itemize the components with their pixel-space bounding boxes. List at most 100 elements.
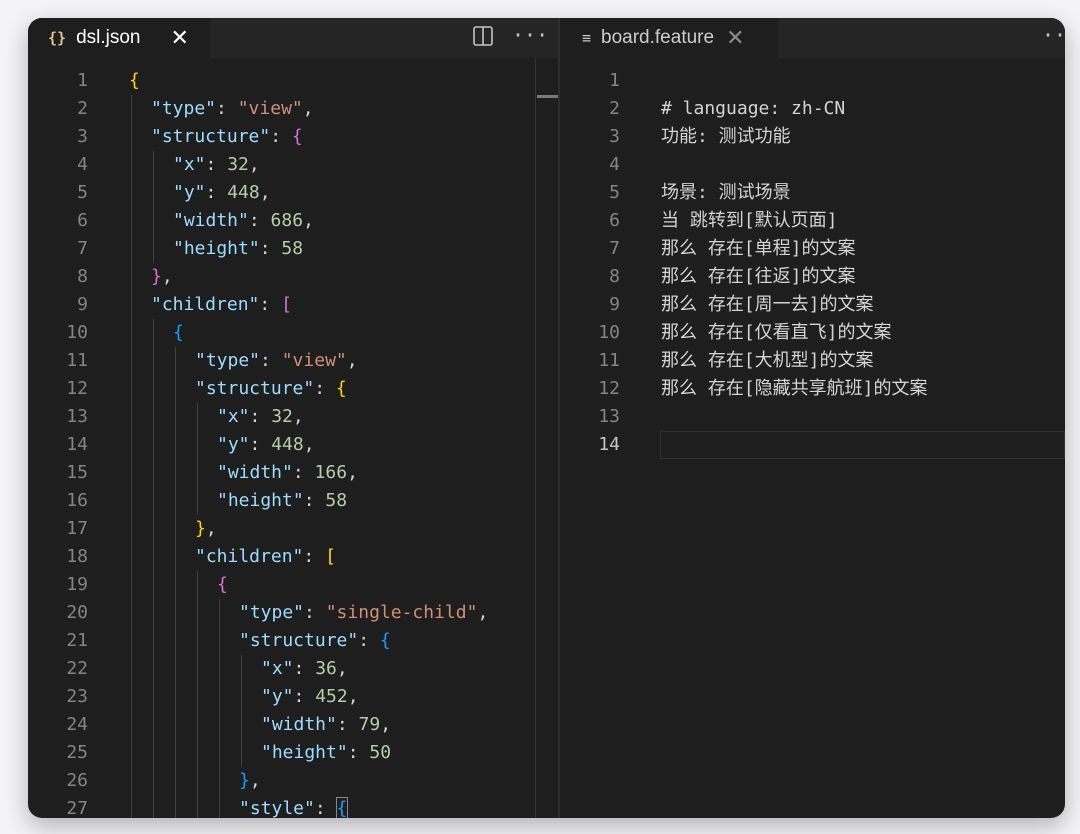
feature-line[interactable]: 13 <box>560 403 1065 431</box>
code-line[interactable]: 8}, <box>28 263 558 291</box>
json-editor-pane: {} dsl.json ✕ ··· 1{ 2 "type": "view", 3 "st… <box>28 18 558 818</box>
line-number: 26 <box>66 770 88 791</box>
tab-board-feature[interactable]: ≡ board.feature ✕ <box>560 18 778 58</box>
code-line[interactable]: 25 "height": 50 <box>28 739 558 767</box>
feature-line[interactable]: 2 # language: zh-CN <box>560 95 1065 123</box>
code-token: { <box>335 797 349 818</box>
indent-guide <box>175 487 176 515</box>
code-line[interactable]: 23 "y": 452, <box>28 683 558 711</box>
close-icon[interactable]: ✕ <box>170 25 188 51</box>
feature-text: # language: zh-CN <box>661 98 846 119</box>
line-number: 2 <box>77 98 88 119</box>
indent-guide <box>153 515 154 543</box>
code-line[interactable]: 4 "x": 32, <box>28 151 558 179</box>
code-token: "type" <box>195 350 261 371</box>
feature-line[interactable]: 14 <box>560 431 1065 459</box>
code-line[interactable]: 19 { <box>28 571 558 599</box>
feature-line[interactable]: 6 当 跳转到[默认页面] <box>560 207 1065 235</box>
code-token: "style" <box>239 798 315 818</box>
feature-line[interactable]: 5 场景: 测试场景 <box>560 179 1065 207</box>
indent-guide <box>175 739 176 767</box>
code-line[interactable]: 10 { <box>28 319 558 347</box>
split-editor-icon[interactable] <box>472 25 494 52</box>
close-icon[interactable]: ✕ <box>726 25 744 51</box>
code-token: : <box>293 686 316 707</box>
code-line[interactable]: 2 "type": "view", <box>28 95 558 123</box>
code-line[interactable]: 24 "width": 79, <box>28 711 558 739</box>
code-line[interactable]: 27 "style": { <box>28 795 558 818</box>
code-line[interactable]: 9 "children": [ <box>28 291 558 319</box>
indent-guide <box>131 375 132 403</box>
more-actions-icon[interactable]: ··· <box>512 23 548 47</box>
indent-guide <box>241 711 242 739</box>
feature-line[interactable]: 9 那么 存在[周一去]的文案 <box>560 291 1065 319</box>
code-text: "y": 448, <box>173 179 271 207</box>
indent-guide <box>153 683 154 711</box>
code-token: : <box>358 630 380 651</box>
feature-text: 场景: 测试场景 <box>661 182 791 203</box>
code-line[interactable]: 7 "height": 58 <box>28 235 558 263</box>
code-line[interactable]: 14 "y": 448, <box>28 431 558 459</box>
code-line[interactable]: 18 "children": [ <box>28 543 558 571</box>
editor-window: {} dsl.json ✕ ··· 1{2 "type": "view", 3 "st… <box>28 18 1065 818</box>
indent-guide <box>197 431 198 459</box>
code-token: "y" <box>217 434 250 455</box>
code-token: , <box>347 462 358 483</box>
indent-guide <box>219 739 220 767</box>
indent-guide <box>131 291 132 319</box>
code-token: : <box>270 126 292 147</box>
feature-line[interactable]: 1 <box>560 67 1065 95</box>
vertical-scrollbar[interactable] <box>535 58 536 818</box>
code-text: "type": "view", <box>151 95 314 123</box>
current-line-highlight <box>660 431 1065 459</box>
indent-guide <box>131 179 132 207</box>
code-token: "x" <box>173 154 206 175</box>
line-number: 10 <box>66 322 88 343</box>
code-token: : <box>336 714 359 735</box>
code-line[interactable]: 3 "structure": { <box>28 123 558 151</box>
code-token: "y" <box>173 182 206 203</box>
indent-guide <box>153 571 154 599</box>
json-code-area[interactable]: 1{2 "type": "view", 3 "structure": {4 "x": 3… <box>28 58 558 818</box>
code-token: { <box>335 378 347 399</box>
feature-line[interactable]: 4 <box>560 151 1065 179</box>
feature-line[interactable]: 7 那么 存在[单程]的文案 <box>560 235 1065 263</box>
indent-guide <box>153 459 154 487</box>
feature-code-area[interactable]: 1 2 # language: zh-CN 3 功能: 测试功能 4 5 场景: 测试场景 6 当… <box>560 58 1065 818</box>
code-line[interactable]: 6 "width": 686, <box>28 207 558 235</box>
code-line[interactable]: 12 "structure": { <box>28 375 558 403</box>
more-actions-icon[interactable]: ··· <box>1042 23 1065 47</box>
feature-line[interactable]: 12 那么 存在[隐藏共享航班]的文案 <box>560 375 1065 403</box>
code-line[interactable]: 16 "height": 58 <box>28 487 558 515</box>
indent-guide <box>131 151 132 179</box>
code-line[interactable]: 22 "x": 36, <box>28 655 558 683</box>
code-text: }, <box>239 767 261 795</box>
indent-guide <box>153 319 154 347</box>
feature-line[interactable]: 8 那么 存在[往返]的文案 <box>560 263 1065 291</box>
indent-guide <box>175 403 176 431</box>
code-line[interactable]: 21 "structure": { <box>28 627 558 655</box>
tab-dsl-json[interactable]: {} dsl.json ✕ <box>28 18 210 58</box>
feature-line[interactable]: 11 那么 存在[大机型]的文案 <box>560 347 1065 375</box>
code-line[interactable]: 5 "y": 448, <box>28 179 558 207</box>
code-token: "type" <box>151 98 217 119</box>
line-number: 4 <box>77 154 88 175</box>
code-token: "height" <box>173 238 260 259</box>
indent-guide <box>175 515 176 543</box>
code-token: { <box>291 126 303 147</box>
feature-line[interactable]: 10 那么 存在[仅看直飞]的文案 <box>560 319 1065 347</box>
code-line[interactable]: 15 "width": 166, <box>28 459 558 487</box>
indent-guide <box>131 459 132 487</box>
code-line[interactable]: 13 "x": 32, <box>28 403 558 431</box>
feature-line[interactable]: 3 功能: 测试功能 <box>560 123 1065 151</box>
code-token: "structure" <box>239 630 359 651</box>
indent-guide <box>219 627 220 655</box>
indent-guide <box>175 599 176 627</box>
feature-text: 那么 存在[单程]的文案 <box>661 238 856 259</box>
code-line[interactable]: 1{ <box>28 67 558 95</box>
code-line[interactable]: 26}, <box>28 767 558 795</box>
code-line[interactable]: 17}, <box>28 515 558 543</box>
indent-guide <box>241 739 242 767</box>
code-line[interactable]: 11 "type": "view", <box>28 347 558 375</box>
code-line[interactable]: 20 "type": "single-child", <box>28 599 558 627</box>
